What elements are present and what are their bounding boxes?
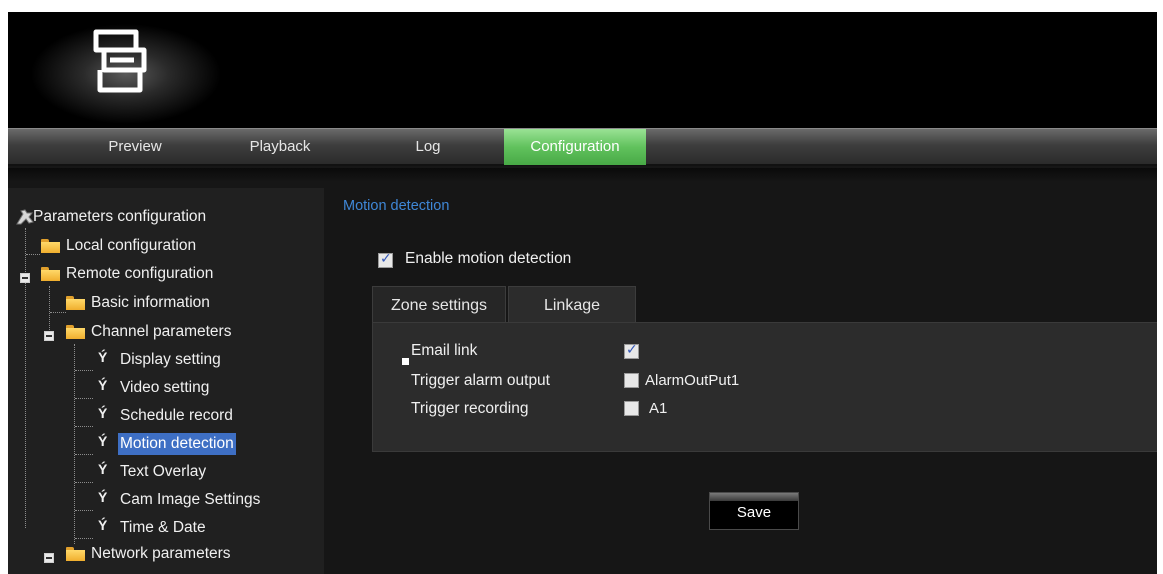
- tab-linkage[interactable]: Linkage: [508, 286, 636, 324]
- tree-connector: [75, 398, 93, 399]
- wrench-icon: Ý: [98, 489, 108, 505]
- header: [8, 12, 1157, 128]
- tab-configuration[interactable]: Configuration: [504, 129, 646, 165]
- wrench-icon: Ý: [98, 433, 108, 449]
- tree-connector: [75, 370, 93, 371]
- alarm-output-checkbox[interactable]: [624, 373, 639, 388]
- email-link-checkbox[interactable]: [624, 342, 639, 359]
- tree-connector: [74, 344, 75, 544]
- collapse-icon[interactable]: [20, 273, 30, 283]
- tree-connector: [75, 482, 93, 483]
- tab-zone-settings[interactable]: Zone settings: [372, 286, 506, 324]
- wrench-icon: Ý: [98, 377, 108, 393]
- mouse-cursor: [402, 358, 409, 365]
- collapse-icon[interactable]: [44, 331, 54, 341]
- wrench-icon: Ý: [98, 461, 108, 477]
- collapse-icon[interactable]: [44, 553, 54, 563]
- tab-log[interactable]: Log: [388, 129, 468, 165]
- app-window: Preview Playback Log Configuration Param…: [8, 12, 1157, 574]
- nav-shadow: [8, 168, 1157, 182]
- tab-playback[interactable]: Playback: [230, 129, 330, 165]
- folder-icon: [41, 267, 60, 281]
- tree-root-label: Parameters configuration: [33, 208, 207, 225]
- wrench-icon: Ý: [98, 405, 108, 421]
- save-button[interactable]: Save: [709, 492, 799, 530]
- folder-icon: [66, 325, 85, 339]
- config-tree: Parameters configuration Local configura…: [8, 188, 324, 574]
- alarm-output-option: AlarmOutPut1: [645, 372, 740, 389]
- recording-channel-option: A1: [649, 400, 668, 417]
- save-button-label: Save: [736, 504, 772, 521]
- tree-connector: [75, 510, 93, 511]
- wrench-icon: Ý: [98, 517, 108, 533]
- folder-icon: [66, 547, 85, 561]
- tree-connector: [26, 254, 40, 255]
- tab-preview[interactable]: Preview: [82, 129, 188, 165]
- email-link-label: Email link: [411, 342, 478, 359]
- trigger-alarm-label: Trigger alarm output: [411, 372, 550, 389]
- folder-icon: [41, 239, 60, 253]
- folder-icon: [66, 296, 85, 310]
- tree-connector: [75, 538, 93, 539]
- tree-connector: [50, 312, 66, 313]
- enable-motion-checkbox[interactable]: [378, 251, 393, 268]
- trigger-recording-label: Trigger recording: [411, 400, 529, 417]
- section-title: Motion detection: [343, 198, 450, 214]
- wrench-icon: Ý: [98, 349, 108, 365]
- tree-connector: [75, 454, 93, 455]
- main-nav: Preview Playback Log Configuration: [8, 128, 1157, 166]
- enable-motion-label: Enable motion detection: [405, 250, 572, 267]
- settings-icon: [16, 209, 34, 225]
- recording-channel-checkbox[interactable]: [624, 401, 639, 416]
- tree-connector: [49, 286, 50, 336]
- tree-connector: [75, 426, 93, 427]
- logo-icon: [93, 29, 147, 93]
